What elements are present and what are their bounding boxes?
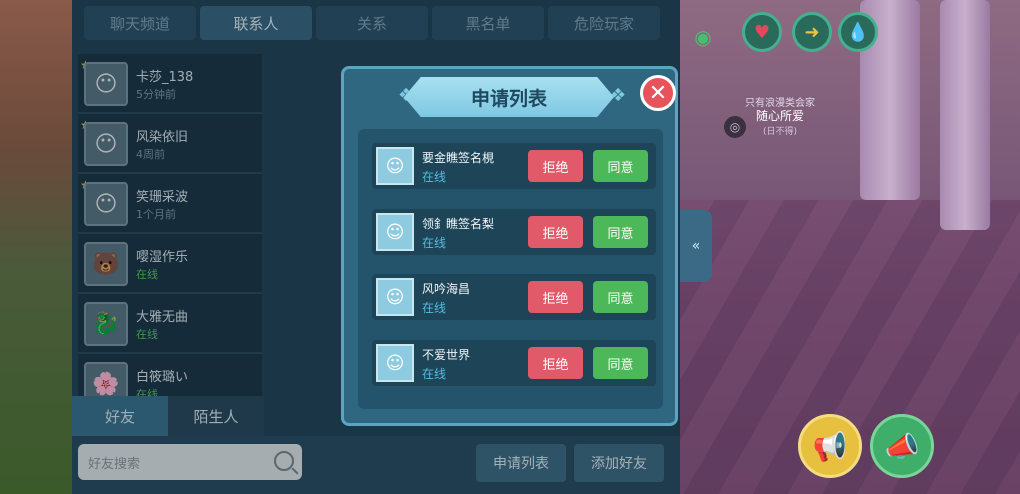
request-list: ☺ 要金瞧签名梘 在线 拒绝 同意 ☺ 领釒瞧签名梨 在线 拒绝 同意 ☺ 风吟… bbox=[358, 129, 663, 409]
requester-status: 在线 bbox=[422, 236, 447, 250]
avatar: ☺ bbox=[376, 278, 414, 316]
requester-status: 在线 bbox=[422, 301, 447, 315]
request-list-dialog: ❖ 申请列表 ❖ ✕ ☺ 要金瞧签名梘 在线 拒绝 同意 ☺ 领釒瞧签名梨 在线… bbox=[341, 66, 678, 426]
close-button[interactable]: ✕ bbox=[640, 75, 676, 111]
avatar: ☺ bbox=[376, 147, 414, 185]
megaphone-icon[interactable]: 📢 bbox=[798, 414, 862, 478]
list-item: ☺ 不爱世界 在线 拒绝 同意 bbox=[372, 340, 656, 386]
ornament-icon: ❖ bbox=[610, 85, 627, 106]
list-item: ☺ 领釒瞧签名梨 在线 拒绝 同意 bbox=[372, 209, 656, 255]
avatar: ☺ bbox=[376, 213, 414, 251]
collapse-panel-button[interactable]: « bbox=[680, 210, 712, 282]
list-item: ☺ 要金瞧签名梘 在线 拒绝 同意 bbox=[372, 143, 656, 189]
requester-status: 在线 bbox=[422, 170, 447, 184]
list-item: ☺ 风吟海昌 在线 拒绝 同意 bbox=[372, 274, 656, 320]
reject-button[interactable]: 拒绝 bbox=[528, 216, 583, 248]
accept-button[interactable]: 同意 bbox=[593, 281, 648, 313]
background-pillar bbox=[940, 0, 990, 230]
signal-icon: ◉ bbox=[694, 25, 712, 49]
npc-subtitle: (日不得) bbox=[762, 127, 798, 137]
avatar: ☺ bbox=[376, 344, 414, 382]
close-icon: ✕ bbox=[648, 80, 668, 106]
background-scenery-left bbox=[0, 0, 72, 494]
requester-name: 风吟海昌 bbox=[422, 282, 471, 296]
requester-status: 在线 bbox=[422, 367, 447, 381]
npc-name: 随心所爱 bbox=[755, 109, 804, 123]
requester-name: 要金瞧签名梘 bbox=[422, 151, 495, 165]
accept-button[interactable]: 同意 bbox=[593, 216, 648, 248]
double-chevron-left-icon: « bbox=[691, 238, 701, 254]
reject-button[interactable]: 拒绝 bbox=[528, 347, 583, 379]
heart-icon[interactable]: ♥ bbox=[742, 12, 782, 52]
accept-button[interactable]: 同意 bbox=[593, 347, 648, 379]
stamina-icon[interactable]: ➜ bbox=[792, 12, 832, 52]
reject-button[interactable]: 拒绝 bbox=[528, 281, 583, 313]
accept-button[interactable]: 同意 bbox=[593, 150, 648, 182]
requester-name: 不爱世界 bbox=[422, 348, 471, 362]
requester-name: 领釒瞧签名梨 bbox=[422, 217, 495, 231]
water-drop-icon[interactable]: 💧 bbox=[838, 12, 878, 52]
horn-icon[interactable]: 📣 bbox=[870, 414, 934, 478]
reject-button[interactable]: 拒绝 bbox=[528, 150, 583, 182]
dialog-title: 申请列表 bbox=[404, 77, 614, 117]
